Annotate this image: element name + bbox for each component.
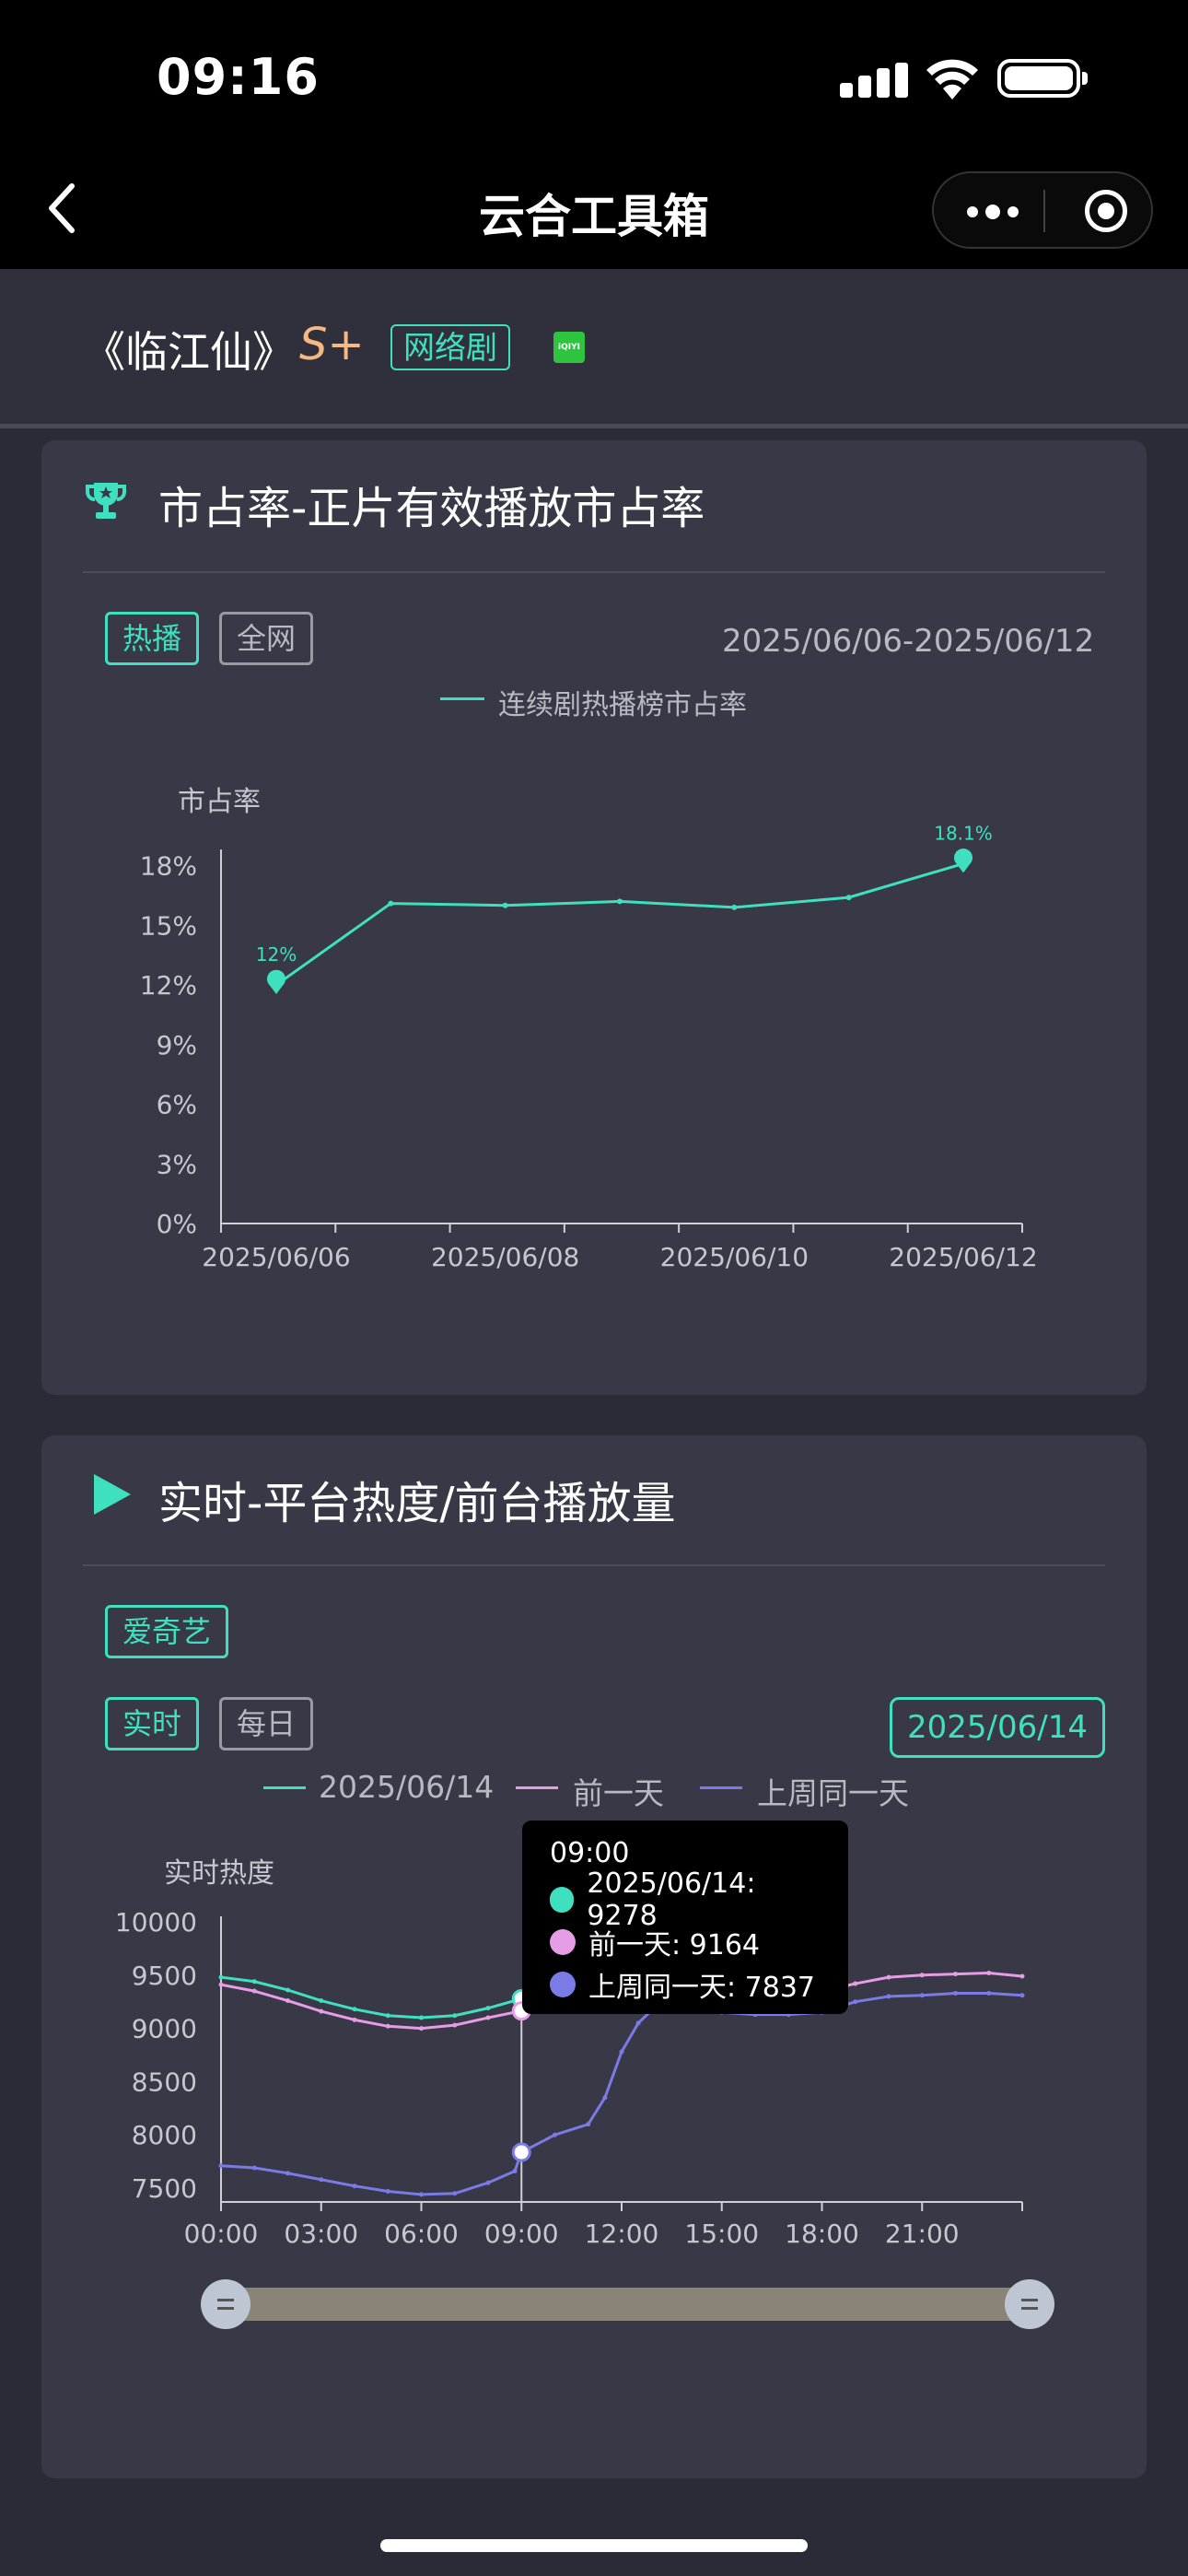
data-point-heat bbox=[485, 2015, 491, 2020]
data-point-heat bbox=[285, 2171, 290, 2176]
data-point-heat bbox=[919, 1993, 925, 1998]
data-point-heat bbox=[218, 2163, 224, 2169]
series-line-last-week bbox=[220, 1991, 1023, 2196]
data-point-heat bbox=[285, 1998, 290, 2004]
series-line-today bbox=[220, 1975, 522, 2020]
data-point-heat bbox=[218, 1982, 224, 1987]
x-tick-label-heat: 09:00 bbox=[484, 2219, 559, 2249]
chart-tooltip: 09:00 2025/06/14: 9278 前一天: 9164 上周同一天: … bbox=[522, 1821, 848, 2014]
x-tick-label-heat: 15:00 bbox=[684, 2219, 759, 2249]
data-point-heat bbox=[419, 2015, 424, 2020]
data-point-heat bbox=[452, 2022, 458, 2028]
data-point-heat bbox=[986, 1970, 992, 1975]
data-point-heat bbox=[619, 2049, 624, 2055]
data-point-heat bbox=[452, 2013, 458, 2019]
tooltip-dot-prev-day bbox=[550, 1929, 576, 1955]
x-tick-label-heat: 21:00 bbox=[885, 2219, 960, 2249]
tooltip-value-last-week: 上周同一天: 7837 bbox=[588, 1972, 815, 2004]
data-point-heat bbox=[1019, 1993, 1025, 1998]
tooltip-time: 09:00 bbox=[550, 1837, 630, 1869]
data-point-heat bbox=[853, 1999, 858, 2005]
data-point-heat bbox=[419, 2026, 424, 2032]
data-point-heat bbox=[953, 1990, 958, 1996]
y-tick-label-heat: 8500 bbox=[132, 2067, 197, 2097]
tooltip-value-prev-day: 前一天: 9164 bbox=[588, 1929, 760, 1961]
data-point-heat bbox=[853, 1981, 858, 1986]
data-point-heat bbox=[352, 2017, 357, 2022]
realtime-heat-chart: 7500 8000 8500 9000 9500 10000 00:00 03:00 06:00… bbox=[115, 1907, 1025, 2249]
data-point-heat bbox=[319, 2008, 324, 2014]
y-tick-label-heat: 7500 bbox=[132, 2173, 197, 2204]
data-point-heat bbox=[886, 1974, 891, 1980]
data-point-heat bbox=[385, 2188, 390, 2194]
data-point-heat bbox=[385, 2023, 390, 2029]
hover-point bbox=[511, 2142, 531, 2162]
data-point-heat bbox=[352, 2184, 357, 2189]
x-tick-label-heat: 12:00 bbox=[585, 2219, 659, 2249]
data-point-heat bbox=[485, 2180, 491, 2185]
data-point-heat bbox=[986, 1990, 992, 1996]
data-point-heat bbox=[385, 2013, 390, 2019]
x-tick-label-heat: 03:00 bbox=[284, 2219, 358, 2249]
data-point-heat bbox=[635, 2020, 641, 2026]
data-point-heat bbox=[251, 1988, 257, 1994]
data-point-heat bbox=[953, 1972, 958, 1977]
y-tick-label-heat: 9000 bbox=[132, 2014, 197, 2044]
data-point-heat bbox=[251, 2165, 257, 2171]
data-point-heat bbox=[319, 1998, 324, 2004]
x-tick-label-heat: 18:00 bbox=[785, 2219, 859, 2249]
data-point-heat bbox=[419, 2192, 424, 2197]
data-point-heat bbox=[512, 2169, 518, 2174]
data-point-heat bbox=[352, 2007, 357, 2012]
data-point-heat bbox=[285, 1987, 290, 1993]
tooltip-row-last-week: 上周同一天: 7837 bbox=[550, 1963, 821, 2006]
zoom-slider-track[interactable] bbox=[227, 2288, 1030, 2321]
y-tick-label-heat: 8000 bbox=[132, 2120, 197, 2150]
data-point-heat bbox=[586, 2122, 591, 2127]
x-tick-label-heat: 00:00 bbox=[184, 2219, 259, 2249]
y-tick-label-heat: 10000 bbox=[115, 1907, 197, 1938]
data-point-heat bbox=[602, 2095, 608, 2101]
data-point-heat bbox=[319, 2177, 324, 2183]
data-point-heat bbox=[553, 2132, 557, 2137]
data-point-heat bbox=[452, 2191, 458, 2196]
home-indicator bbox=[380, 2539, 808, 2552]
tooltip-row-today: 2025/06/14: 9278 bbox=[550, 1868, 821, 1932]
y-tick-label-heat: 9500 bbox=[132, 1961, 197, 1991]
data-point-heat bbox=[218, 1974, 224, 1980]
x-tick-label-heat: 06:00 bbox=[384, 2219, 459, 2249]
data-point-heat bbox=[886, 1994, 891, 1999]
tooltip-dot-today bbox=[550, 1887, 575, 1913]
data-point-heat bbox=[919, 1973, 925, 1978]
data-point-heat bbox=[1019, 1973, 1025, 1979]
zoom-slider-handle-left[interactable] bbox=[201, 2279, 250, 2329]
data-point-heat bbox=[251, 1979, 257, 1985]
zoom-slider-handle-right[interactable] bbox=[1005, 2279, 1054, 2329]
data-point-heat bbox=[485, 2006, 491, 2011]
tooltip-dot-last-week bbox=[550, 1972, 576, 1997]
